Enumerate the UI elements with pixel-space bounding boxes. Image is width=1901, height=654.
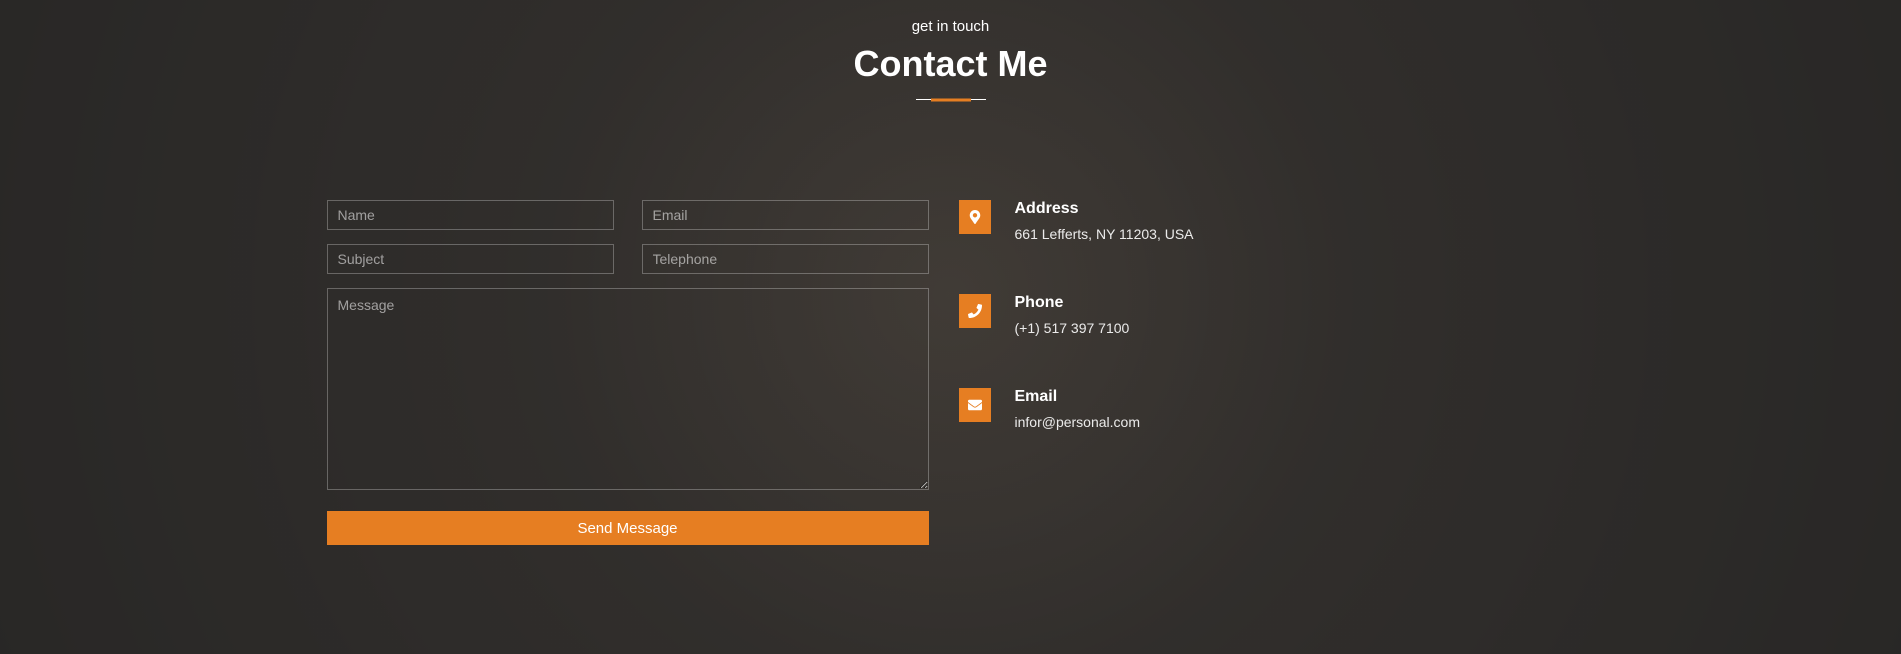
- address-item: Address 661 Lefferts, NY 11203, USA: [959, 200, 1575, 242]
- telephone-input[interactable]: [642, 244, 929, 274]
- name-input[interactable]: [327, 200, 614, 230]
- page-title: Contact Me: [853, 43, 1047, 85]
- contact-form: Send Message: [327, 200, 929, 545]
- phone-value: (+1) 517 397 7100: [1015, 320, 1130, 336]
- email-input[interactable]: [642, 200, 929, 230]
- contact-info: Address 661 Lefferts, NY 11203, USA Phon…: [959, 200, 1575, 545]
- address-label: Address: [1015, 200, 1194, 218]
- email-icon: [959, 388, 991, 422]
- page-subtitle: get in touch: [912, 18, 990, 35]
- send-message-button[interactable]: Send Message: [327, 511, 929, 545]
- subject-input[interactable]: [327, 244, 614, 274]
- location-icon: [959, 200, 991, 234]
- message-textarea[interactable]: [327, 288, 929, 490]
- email-value: infor@personal.com: [1015, 414, 1141, 430]
- phone-icon: [959, 294, 991, 328]
- email-item: Email infor@personal.com: [959, 388, 1575, 430]
- email-label: Email: [1015, 388, 1141, 406]
- title-divider: [916, 99, 986, 100]
- phone-item: Phone (+1) 517 397 7100: [959, 294, 1575, 336]
- address-value: 661 Lefferts, NY 11203, USA: [1015, 226, 1194, 242]
- phone-label: Phone: [1015, 294, 1130, 312]
